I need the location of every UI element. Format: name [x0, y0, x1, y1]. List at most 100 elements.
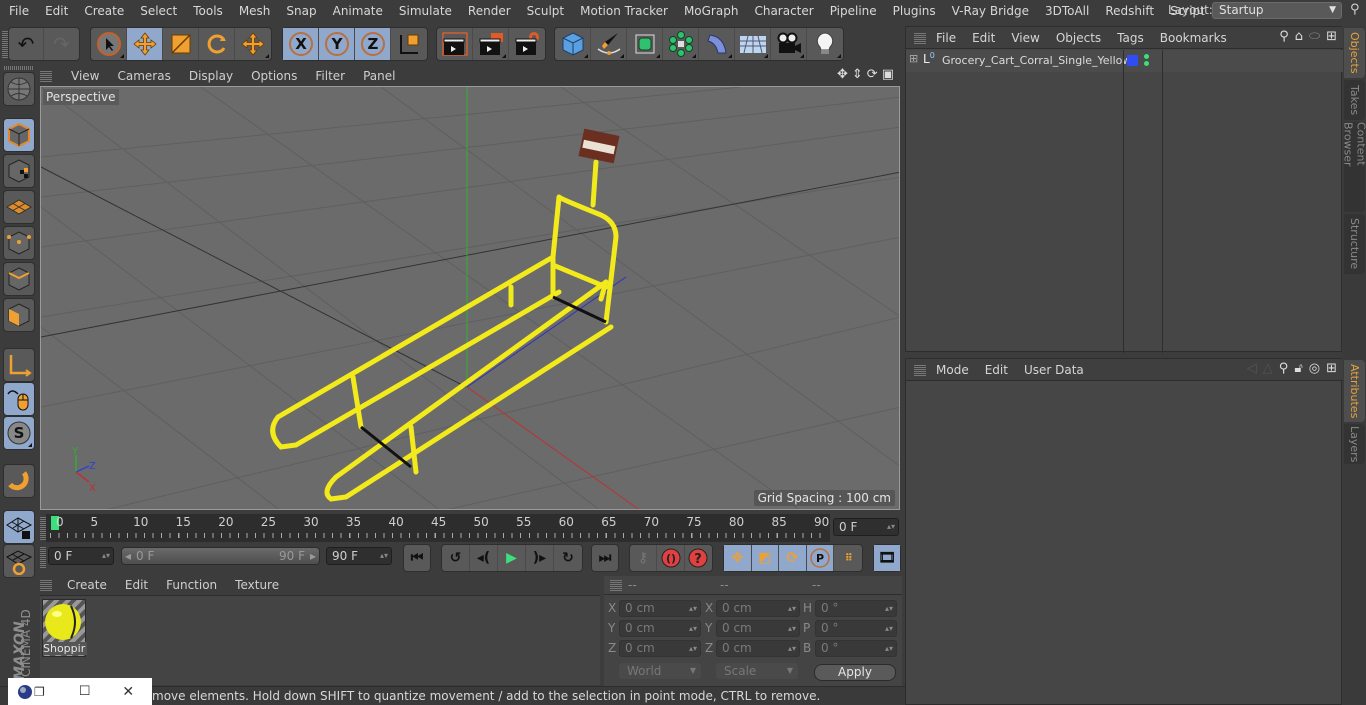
om-menu-objects[interactable]: Objects — [1048, 31, 1109, 45]
restore-icon[interactable]: ❐ — [34, 685, 45, 699]
menu-file[interactable]: File — [0, 4, 36, 18]
points-mode-button[interactable] — [3, 226, 35, 260]
prev-key-button[interactable]: ↺ — [442, 545, 470, 571]
back-arrow-icon[interactable]: ◁ — [1247, 361, 1257, 376]
object-manager-grip[interactable] — [914, 31, 926, 44]
viewport-menu-filter[interactable]: Filter — [306, 69, 354, 83]
menu-3dtoall[interactable]: 3DToAll — [1036, 4, 1096, 18]
timeline-ruler[interactable]: 0 5 10 15 20 25 30 35 40 45 50 55 60 65 70 75 80 85 90 — [46, 514, 830, 542]
spinner-icon[interactable]: ▴▾ — [380, 548, 388, 564]
model-mode-button[interactable] — [3, 118, 35, 152]
menu-render[interactable]: Render — [459, 4, 518, 18]
rot-p-field[interactable]: 0 ° ▴▾ — [815, 620, 897, 637]
next-key-button[interactable]: ↻ — [554, 545, 582, 571]
viewport-menu-display[interactable]: Display — [180, 69, 242, 83]
key-position-toggle[interactable]: ✥ — [724, 545, 752, 571]
key-rotation-toggle[interactable]: ⟳ — [779, 545, 807, 571]
menu-tools[interactable]: Tools — [184, 4, 230, 18]
rotate-view-icon[interactable]: ⟳ — [867, 67, 878, 82]
menu-simulate[interactable]: Simulate — [390, 4, 459, 18]
size-y-field[interactable]: 0 cm ▴▾ — [716, 620, 800, 637]
attr-menu-user-data[interactable]: User Data — [1016, 363, 1092, 377]
render-visibility-dot[interactable] — [1144, 61, 1149, 66]
rot-h-field[interactable]: 0 ° ▴▾ — [815, 600, 897, 617]
start-frame-field[interactable]: 0 F ▴▾ — [48, 547, 114, 565]
next-frame-button[interactable]: )▸ — [526, 545, 554, 571]
last-tool-button[interactable] — [235, 28, 271, 60]
spinner-icon[interactable]: ▴▾ — [887, 519, 895, 535]
axis-mode-button[interactable] — [3, 348, 35, 382]
menu-redshift[interactable]: Redshift — [1096, 4, 1161, 18]
menu-plugins[interactable]: Plugins — [884, 4, 943, 18]
menu-sculpt[interactable]: Sculpt — [518, 4, 571, 18]
left-toolbar-grip[interactable] — [4, 66, 34, 70]
redo-button[interactable]: ↷ — [44, 28, 79, 60]
tweak-mode-button[interactable] — [3, 382, 35, 416]
viewport-menu-options[interactable]: Options — [242, 69, 306, 83]
edges-mode-button[interactable] — [3, 262, 35, 296]
close-icon[interactable]: ✕ — [122, 684, 134, 700]
object-name[interactable]: Grocery_Cart_Corral_Single_Yellow — [942, 54, 1131, 67]
tab-layers[interactable]: Layers — [1344, 424, 1365, 464]
material-menu-edit[interactable]: Edit — [116, 578, 157, 592]
search-icon[interactable]: ⚲ — [1279, 29, 1289, 44]
expand-icon[interactable]: ⊞ — [909, 52, 918, 65]
material-menu-create[interactable]: Create — [58, 578, 116, 592]
autokey-button[interactable]: () — [657, 545, 685, 571]
coord-mode-dropdown[interactable]: World ▼ — [619, 663, 701, 679]
home-icon[interactable]: ⌂ — [1295, 29, 1303, 44]
light-button[interactable] — [807, 28, 843, 60]
pos-y-field[interactable]: 0 cm ▴▾ — [619, 620, 701, 637]
rot-b-field[interactable]: 0 ° ▴▾ — [815, 640, 897, 657]
tab-structure[interactable]: Structure — [1344, 214, 1365, 274]
range-right-arrow-icon[interactable]: ▸ — [310, 548, 316, 564]
toggle-layout-icon[interactable]: ▣ — [882, 67, 894, 82]
make-editable-button[interactable] — [3, 72, 35, 106]
coordinate-system-button[interactable] — [391, 28, 427, 60]
new-panel-icon[interactable]: ⊞ — [1326, 29, 1337, 44]
pen-button[interactable] — [591, 28, 627, 60]
end-frame-field[interactable]: 90 F ▴▾ — [326, 547, 392, 565]
subdivision-button[interactable] — [627, 28, 663, 60]
frame-range-slider[interactable]: ◂ 0 F 90 F ▸ — [121, 547, 320, 565]
goto-end-button[interactable]: ⏭ — [592, 545, 618, 571]
cloner-button[interactable] — [663, 28, 699, 60]
menu-select[interactable]: Select — [131, 4, 184, 18]
attr-menu-edit[interactable]: Edit — [977, 363, 1016, 377]
live-selection-button[interactable] — [91, 28, 127, 60]
menu-mesh[interactable]: Mesh — [230, 4, 278, 18]
tab-takes[interactable]: Takes — [1344, 80, 1365, 120]
lock-icon[interactable]: 🔓︎ — [1294, 361, 1302, 376]
key-parameter-toggle[interactable]: P — [806, 545, 835, 571]
viewport-menu-cameras[interactable]: Cameras — [108, 69, 179, 83]
apply-button[interactable]: Apply — [814, 664, 896, 681]
material-menu-function[interactable]: Function — [157, 578, 226, 592]
viewport-grip[interactable] — [40, 70, 52, 82]
magnet-button[interactable] — [3, 464, 35, 498]
key-scale-toggle[interactable]: ◩ — [751, 545, 780, 571]
3d-viewport[interactable]: Y Z X Perspective Grid Spacing : 100 cm — [40, 86, 900, 510]
menu-mograph[interactable]: MoGraph — [675, 4, 746, 18]
om-menu-view[interactable]: View — [1003, 31, 1047, 45]
texture-mode-button[interactable] — [3, 154, 35, 188]
render-view-button[interactable] — [437, 28, 473, 60]
om-menu-tags[interactable]: Tags — [1109, 31, 1152, 45]
menu-vray-bridge[interactable]: V-Ray Bridge — [943, 4, 1036, 18]
render-picture-viewer-button[interactable] — [473, 28, 509, 60]
tab-content-browser[interactable]: Content Browser — [1342, 122, 1366, 212]
up-arrow-icon[interactable]: △ — [1263, 361, 1273, 376]
menu-character[interactable]: Character — [745, 4, 820, 18]
search-icon[interactable]: ⚲ — [1279, 361, 1289, 376]
workplane-mode-button[interactable] — [3, 190, 35, 224]
camera-button[interactable] — [771, 28, 807, 60]
viewport-menu-panel[interactable]: Panel — [354, 69, 404, 83]
object-row[interactable]: ⊞ L0 Grocery_Cart_Corral_Single_Yellow — [906, 50, 1343, 72]
pan-view-icon[interactable]: ✥ — [837, 67, 848, 82]
coord-scale-dropdown[interactable]: Scale ▼ — [716, 663, 798, 679]
menu-snap[interactable]: Snap — [277, 4, 323, 18]
prev-frame-button[interactable]: ◂( — [470, 545, 498, 571]
keyframe-selection-button[interactable]: ? — [685, 545, 712, 571]
z-axis-toggle[interactable]: Z — [355, 28, 391, 60]
editor-visibility-dot[interactable] — [1144, 54, 1149, 59]
material-menu-texture[interactable]: Texture — [226, 578, 288, 592]
